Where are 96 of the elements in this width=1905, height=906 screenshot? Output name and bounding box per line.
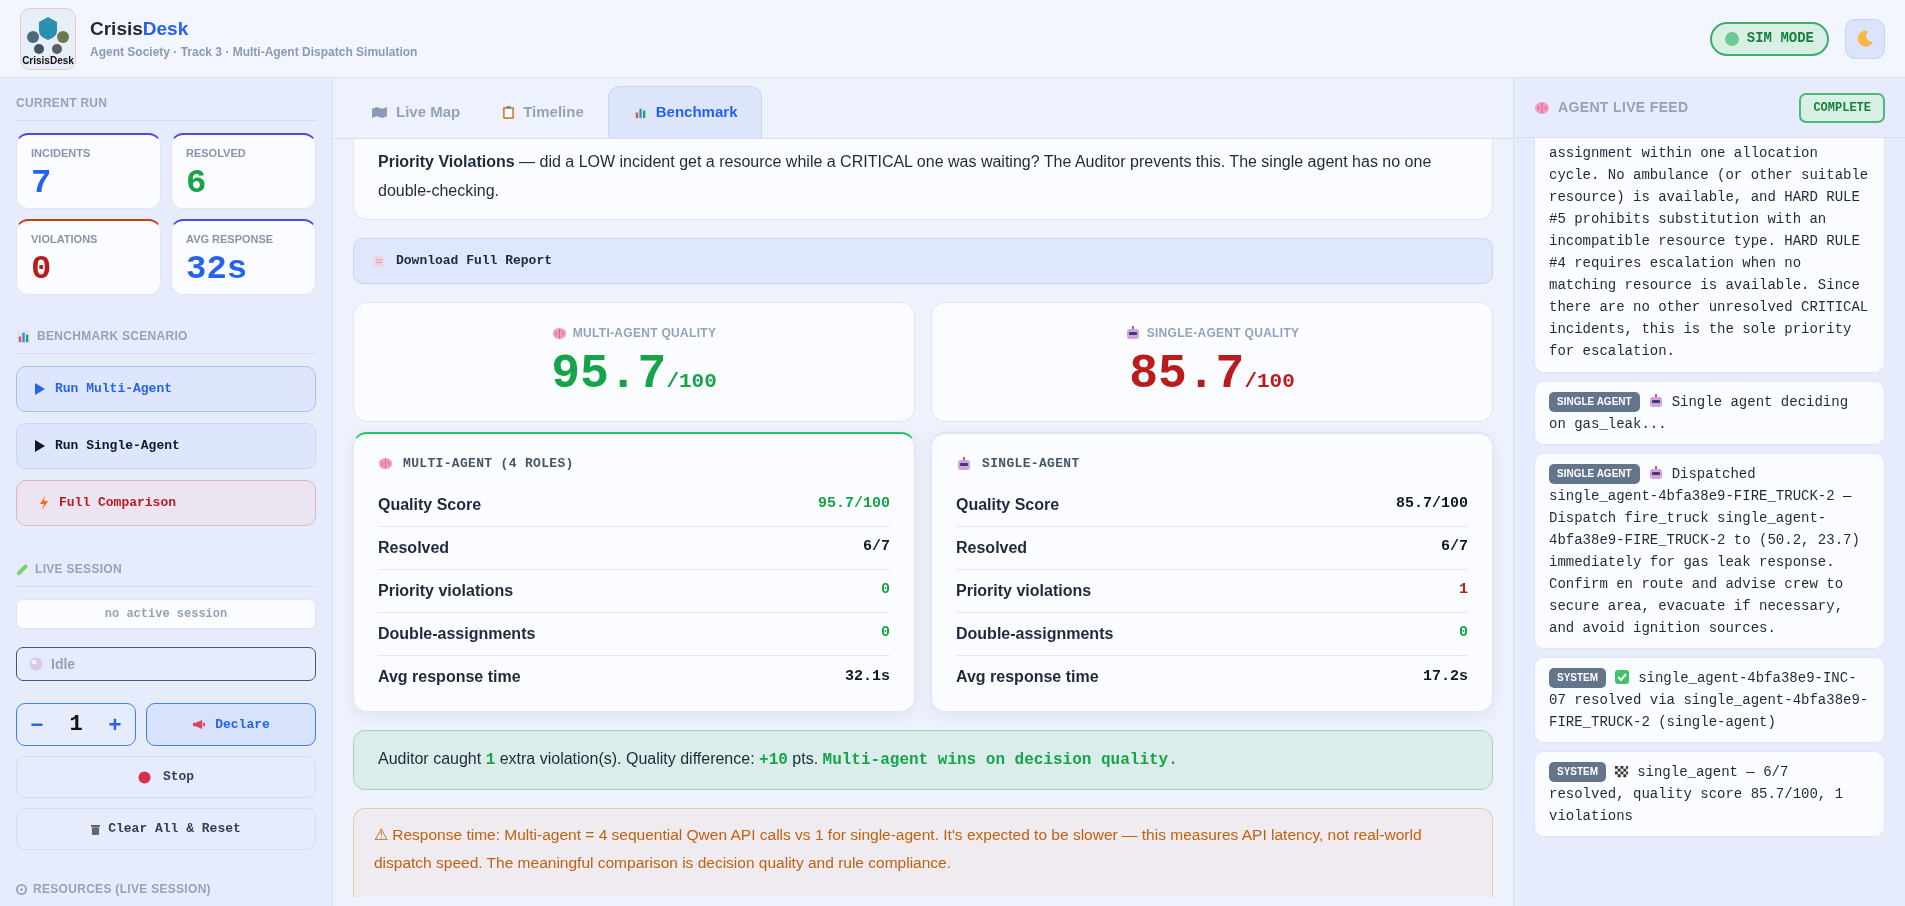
- theme-toggle-button[interactable]: [1845, 18, 1885, 59]
- session-status: no active session: [16, 599, 316, 629]
- play-icon: [35, 440, 45, 452]
- metric-label: Avg response time: [378, 667, 521, 687]
- app-title: CrisisDesk: [90, 16, 190, 41]
- orb-icon: [29, 657, 43, 671]
- brain-icon: [1534, 99, 1550, 116]
- app-logo: CrisisDesk: [20, 7, 76, 70]
- metric-value: 1: [1459, 580, 1468, 601]
- metric-label: Priority violations: [378, 580, 514, 601]
- app-subtitle: Agent Society · Track 3 · Multi-Agent Dispatch Simulation: [90, 43, 418, 61]
- robot-icon: [1647, 465, 1664, 481]
- brain-icon: [378, 456, 393, 472]
- quality-score: 95.7/100: [551, 348, 717, 400]
- stat-value: 0: [31, 249, 53, 288]
- feed-message: SYSTEM single_agent-4bfa38e9-INC-07 resolved via single_agent-4bfa38e9-FIRE_TRUCK-2 (single-agent): [1549, 667, 1870, 732]
- robot-icon: [1124, 325, 1141, 341]
- metric-value: 32.1s: [845, 666, 890, 687]
- role-tag: SINGLE AGENT: [1549, 392, 1640, 413]
- decrement-button[interactable]: −: [25, 713, 49, 736]
- checkmark-icon: [1614, 669, 1631, 685]
- metric-value: 6/7: [863, 537, 890, 558]
- download-report-button[interactable]: Download Full Report: [353, 238, 1493, 284]
- stat-value: 7: [31, 163, 53, 202]
- trash-icon: [91, 823, 101, 835]
- metric-label: Resolved: [956, 537, 1028, 558]
- feed-message: assignment within one allocation cycle. No ambulance (or other suitable resource) is available, and HARD RULE #5 prohibits substitution with an incompatible resource type. HARD RULE #4 requires escalation when no matching resource is available. Since there are no other unresolved CRITICAL incidents, this is the sole priority for escalation.: [1549, 144, 1870, 361]
- moon-icon: [1855, 28, 1875, 49]
- metric-value: 85.7/100: [1396, 494, 1468, 515]
- role-tag: SYSTEM: [1549, 668, 1607, 689]
- stat-value: 32s: [186, 249, 249, 288]
- map-icon: [371, 105, 388, 119]
- stat-label: RESOLVED: [186, 146, 247, 161]
- metric-value: 95.7/100: [818, 494, 890, 515]
- section-title: CURRENT RUN: [16, 95, 108, 112]
- mode-badge: SIM MODE: [1709, 21, 1829, 56]
- brain-icon: [551, 325, 567, 341]
- metric-label: Quality Score: [378, 494, 482, 515]
- count-field[interactable]: 1: [69, 708, 83, 741]
- robot-icon: [1647, 393, 1664, 409]
- feed-message: SINGLE AGENT Single agent deciding on gas_leak...: [1549, 391, 1850, 434]
- card-title: MULTI-AGENT QUALITY: [572, 325, 717, 342]
- metric-label: Priority violations: [956, 580, 1092, 601]
- stat-label: INCIDENTS: [31, 146, 92, 161]
- gear-icon: [16, 883, 27, 895]
- checkered-flag-icon: [1614, 764, 1630, 779]
- stop-sign-icon: [137, 770, 151, 784]
- feed-message: SINGLE AGENT Dispatched single_agent-4bfa38e9-FIRE_TRUCK-2 — Dispatch fire_truck single_agent-4bfa38e9-FIRE_TRUCK-2 to (50.2, 23.7) immediately for gas leak response. Confirm en route and advise crew to secure area, evacuate if necessary, and avoid ignition sources.: [1549, 463, 1861, 638]
- metric-value: 0: [881, 580, 890, 601]
- stat-label: AVG RESPONSE: [186, 232, 275, 247]
- metric-value: 0: [1459, 623, 1468, 644]
- scenario-button[interactable]: Run Single-Agent: [16, 423, 316, 469]
- bar-chart-icon: [16, 328, 31, 344]
- feed-message: SYSTEM single_agent — 6/7 resolved, quality score 85.7/100, 1 violations: [1549, 761, 1845, 826]
- metric-label: Quality Score: [956, 494, 1060, 515]
- increment-button[interactable]: +: [103, 713, 127, 736]
- megaphone-icon: [192, 719, 206, 730]
- metric-value: 6/7: [1441, 537, 1468, 558]
- status-badge: COMPLETE: [1799, 92, 1885, 123]
- test-tube-icon: [16, 562, 29, 576]
- metric-label: Avg response time: [956, 667, 1099, 687]
- metric-value: 17.2s: [1423, 666, 1468, 687]
- declare-button[interactable]: Declare: [146, 703, 316, 746]
- tab[interactable]: Benchmark: [607, 86, 763, 138]
- document-icon: [374, 255, 384, 267]
- tab[interactable]: Live Map: [353, 86, 479, 138]
- role-tag: SINGLE AGENT: [1549, 464, 1640, 485]
- robot-icon: [956, 455, 972, 472]
- metric-value: 0: [881, 623, 890, 644]
- quality-score: 85.7/100: [1129, 348, 1295, 400]
- stat-value: 6: [186, 163, 208, 202]
- bar-chart-icon: [632, 105, 648, 120]
- card-title: MULTI-AGENT (4 ROLES): [403, 455, 574, 473]
- stop-button[interactable]: Stop: [16, 756, 316, 798]
- section-title: LIVE SESSION: [35, 561, 122, 578]
- section-title: BENCHMARK SCENARIO: [37, 328, 188, 345]
- status-field: Idle: [16, 647, 316, 681]
- summary-text: Auditor caught 1 extra violation(s). Quality difference: +10 pts. Multi-agent wins on decision quality.: [378, 749, 1178, 771]
- card-title: SINGLE-AGENT QUALITY: [1146, 325, 1300, 342]
- role-tag: SYSTEM: [1549, 762, 1607, 783]
- card-title: SINGLE-AGENT: [982, 455, 1080, 473]
- intro-paragraph: Priority Violations — did a LOW incident get a resource while a CRITICAL one was waiting? The Auditor prevents this. The single agent has no one double-checking.: [378, 152, 1433, 201]
- stat-label: VIOLATIONS: [31, 232, 99, 247]
- metric-label: Double-assignments: [378, 623, 536, 644]
- warning-note: ⚠ Response time: Multi-agent = 4 sequential Qwen API calls vs 1 for single-agent. It's expected to be slower — this measures API latency, not real-world dispatch speed. The meaningful comparison is decision quality and rule compliance.: [374, 824, 1423, 873]
- metric-label: Resolved: [378, 537, 450, 558]
- scenario-button[interactable]: Run Multi-Agent: [16, 366, 316, 412]
- scenario-button[interactable]: Full Comparison: [16, 480, 316, 526]
- tab[interactable]: Timeline: [484, 86, 602, 138]
- section-title: RESOURCES (LIVE SESSION): [33, 881, 211, 898]
- play-icon: [35, 383, 45, 395]
- clear-reset-button[interactable]: Clear All & Reset: [16, 808, 316, 850]
- lightning-icon: [39, 496, 49, 510]
- panel-title: AGENT LIVE FEED: [1558, 98, 1689, 117]
- metric-label: Double-assignments: [956, 623, 1114, 644]
- clipboard-icon: [502, 104, 516, 120]
